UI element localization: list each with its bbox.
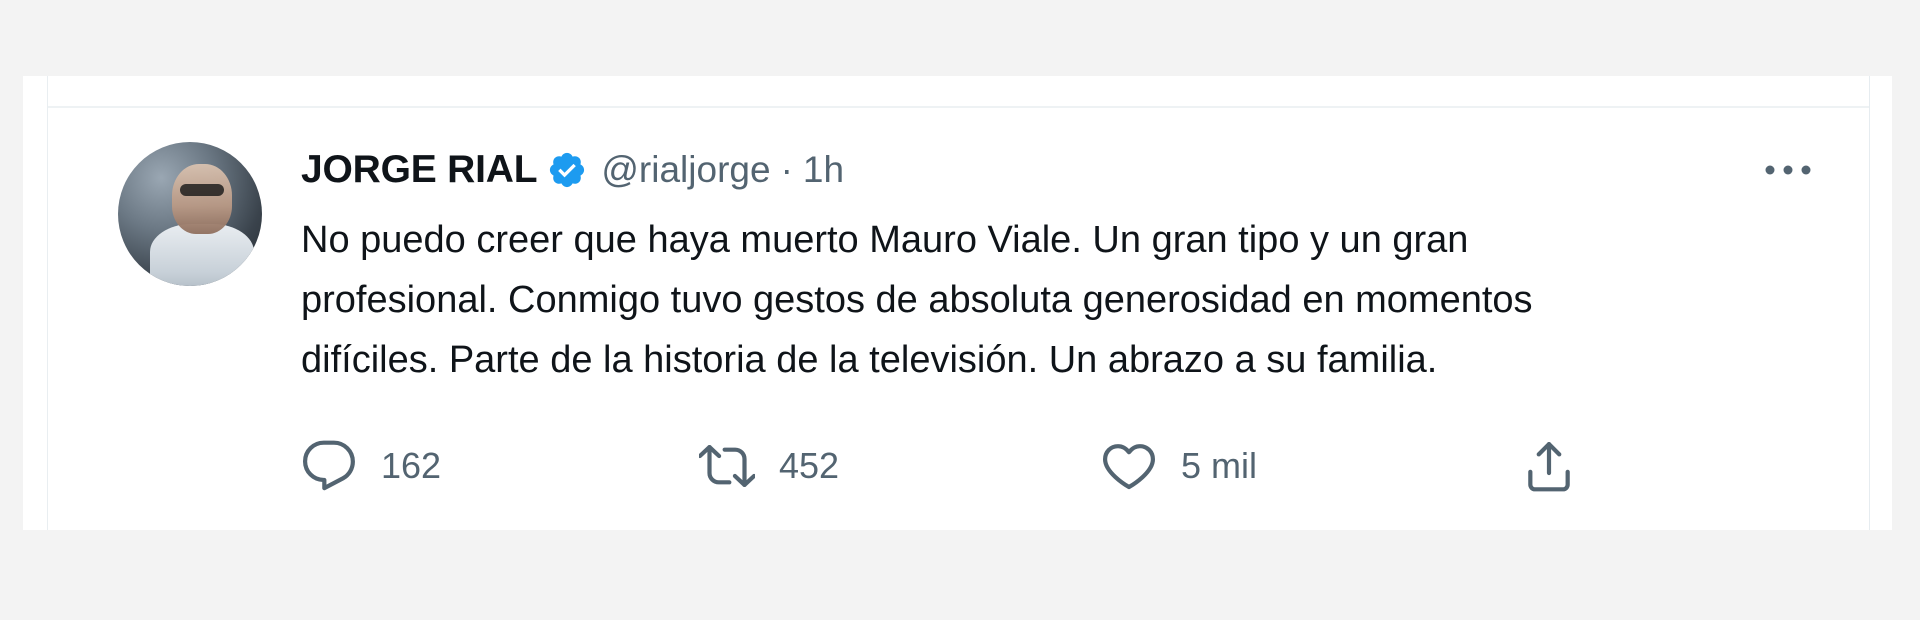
top-divider	[48, 106, 1870, 108]
tweet-card: JORGE RIAL @rialjorge · 1h No puedo cree…	[23, 76, 1892, 530]
more-icon	[1764, 161, 1812, 180]
tweet-header: JORGE RIAL @rialjorge · 1h	[301, 148, 1830, 192]
heart-icon	[1101, 438, 1157, 494]
tweet-content: JORGE RIAL @rialjorge · 1h No puedo cree…	[301, 148, 1830, 492]
verified-badge-icon	[547, 150, 587, 190]
share-button[interactable]	[1521, 434, 1601, 498]
display-name[interactable]: JORGE RIAL	[301, 148, 538, 192]
tweet-time[interactable]: 1h	[803, 149, 844, 191]
like-button[interactable]: 5 mil	[1101, 434, 1521, 498]
retweet-icon	[699, 438, 755, 494]
right-frame-strip	[1869, 76, 1892, 530]
retweet-button[interactable]: 452	[699, 434, 1101, 498]
more-options-button[interactable]	[1748, 148, 1828, 192]
meta-separator: ·	[780, 149, 793, 190]
tweet-card-inner: JORGE RIAL @rialjorge · 1h No puedo cree…	[47, 76, 1892, 530]
avatar-face	[172, 164, 232, 234]
tweet-text: No puedo creer que haya muerto Mauro Via…	[301, 219, 1533, 381]
reply-button[interactable]: 162	[301, 434, 699, 498]
retweet-count: 452	[779, 445, 840, 486]
tweet-actions: 162 452 5 mil	[301, 434, 1601, 498]
reply-count: 162	[381, 445, 442, 486]
avatar-glasses	[180, 184, 224, 196]
share-icon	[1521, 438, 1577, 494]
user-handle[interactable]: @rialjorge	[601, 149, 770, 191]
reply-icon	[301, 438, 357, 494]
avatar[interactable]	[118, 142, 262, 286]
like-count: 5 mil	[1181, 445, 1258, 486]
